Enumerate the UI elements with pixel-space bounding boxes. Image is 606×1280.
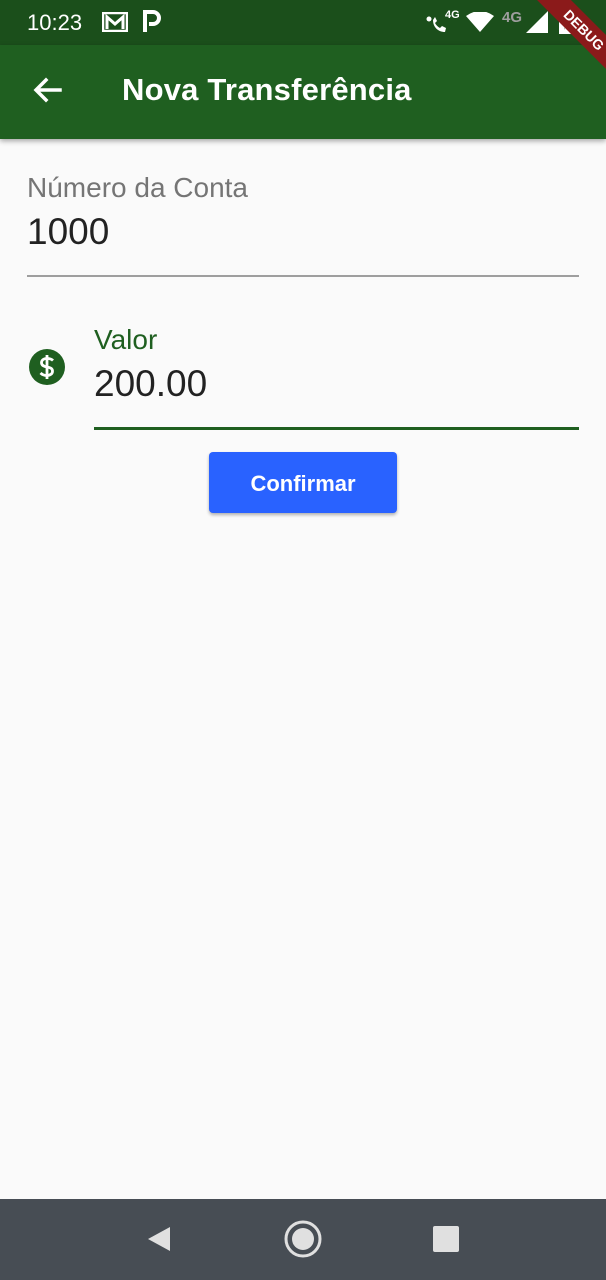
signal-icon	[526, 11, 548, 33]
network-label-2: 4G	[502, 9, 523, 26]
value-underline	[94, 427, 579, 430]
network-label-1: 4G	[445, 9, 460, 21]
confirm-button[interactable]: Confirmar	[209, 452, 397, 513]
parking-icon	[143, 10, 161, 32]
back-triangle-icon[interactable]	[142, 1219, 182, 1259]
monetization-on-icon	[29, 349, 65, 385]
account-number-input[interactable]: 1000	[27, 211, 109, 253]
arrow-back-icon[interactable]	[24, 67, 72, 115]
status-time: 10:23	[27, 10, 83, 35]
status-bar: 10:23 4G 4G	[0, 0, 606, 45]
value-label: Valor	[94, 324, 158, 355]
home-circle-icon[interactable]	[283, 1219, 323, 1259]
recents-square-icon[interactable]	[426, 1219, 466, 1259]
gmail-icon	[102, 12, 128, 32]
value-input[interactable]: 200.00	[94, 363, 207, 405]
page-title: Nova Transferência	[122, 72, 412, 107]
confirm-button-label: Confirmar	[250, 470, 356, 496]
account-number-label: Número da Conta	[27, 172, 249, 203]
account-number-underline	[27, 275, 579, 277]
app-bar: Nova Transferência	[0, 45, 606, 139]
system-nav-bar	[0, 1199, 606, 1280]
wifi-icon	[466, 12, 494, 32]
